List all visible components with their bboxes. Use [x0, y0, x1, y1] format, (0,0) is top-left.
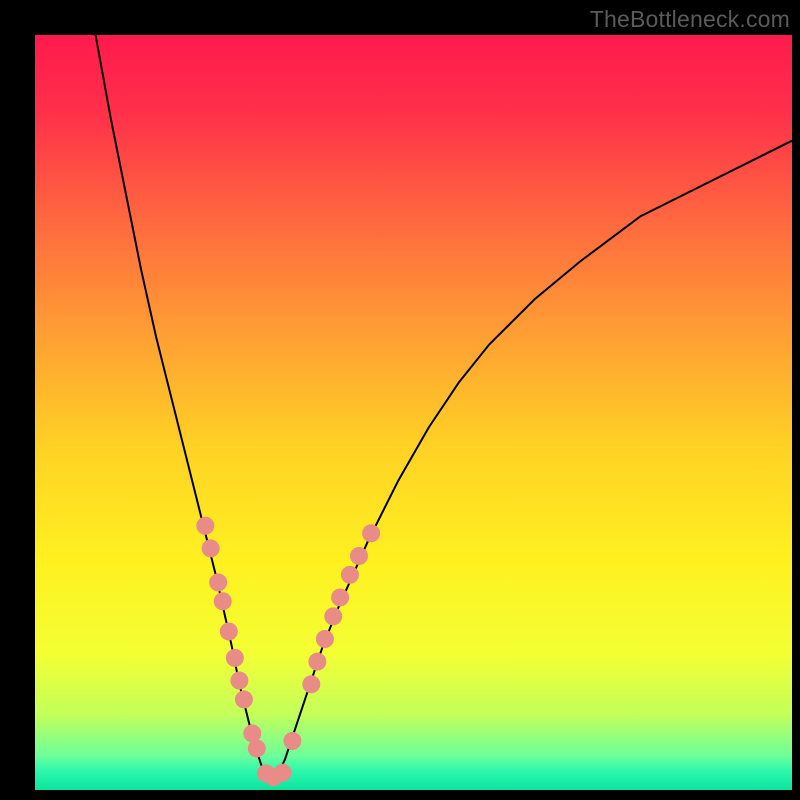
- highlight-point: [209, 573, 227, 591]
- highlight-point: [214, 592, 232, 610]
- highlight-point: [350, 547, 368, 565]
- watermark-text: TheBottleneck.com: [590, 6, 790, 33]
- highlight-point: [274, 764, 292, 782]
- highlight-point: [331, 588, 349, 606]
- highlight-point: [341, 566, 359, 584]
- plot-background: [35, 35, 792, 790]
- highlight-point: [226, 649, 244, 667]
- bottleneck-chart: [35, 35, 792, 790]
- highlight-point: [220, 622, 238, 640]
- highlight-point: [302, 675, 320, 693]
- highlight-point: [248, 739, 266, 757]
- chart-frame: TheBottleneck.com: [0, 0, 800, 800]
- highlight-point: [316, 630, 334, 648]
- highlight-point: [324, 607, 342, 625]
- highlight-point: [230, 672, 248, 690]
- highlight-point: [362, 524, 380, 542]
- highlight-point: [235, 690, 253, 708]
- highlight-point: [196, 517, 214, 535]
- highlight-point: [308, 653, 326, 671]
- highlight-point: [283, 732, 301, 750]
- highlight-point: [202, 539, 220, 557]
